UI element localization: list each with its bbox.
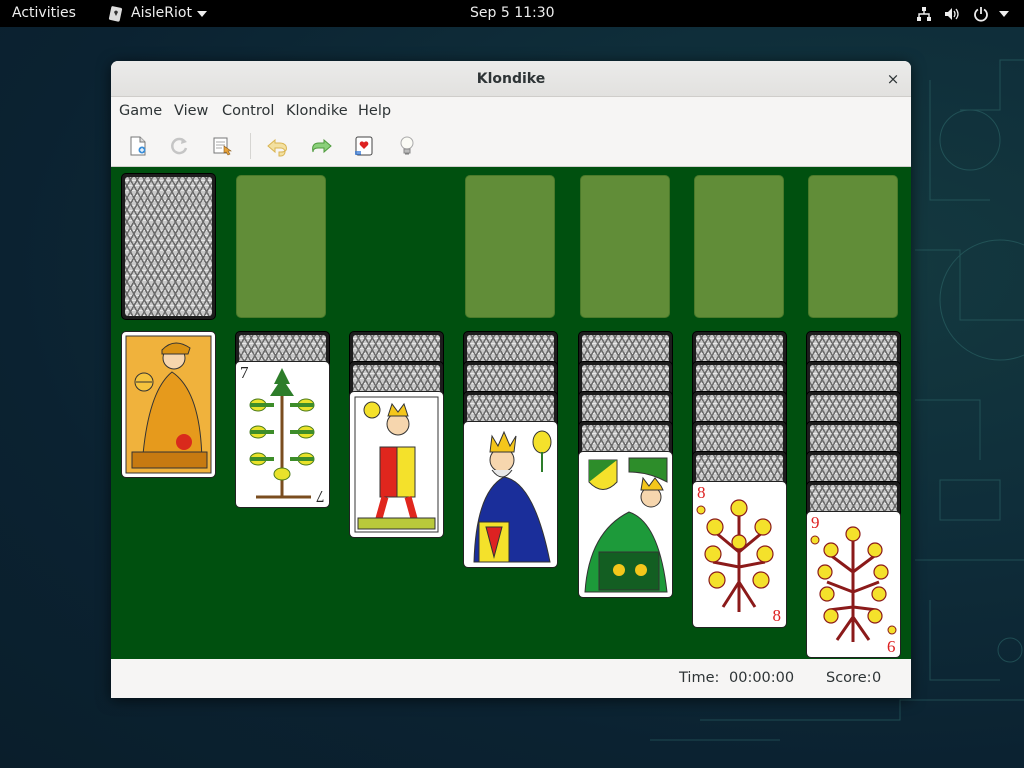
deal-icon [355,136,373,156]
card-rank: 7 [240,363,249,382]
tableau-card-knave-flowers[interactable] [349,391,444,538]
title-bar[interactable]: Klondike × [111,61,911,97]
hint-icon [400,136,414,155]
menu-klondike[interactable]: Klondike [286,97,348,125]
toolbar [111,125,911,167]
card-rank: 9 [886,637,896,656]
app-menu[interactable]: AisleRiot [108,0,210,27]
chevron-down-icon [197,11,207,17]
status-bar: Time: 00:00:00 Score: 0 [111,659,911,698]
menu-view[interactable]: View [174,97,208,125]
undo-button[interactable] [263,131,293,161]
time-value: 00:00:00 [729,670,795,686]
foundation-slot[interactable] [465,175,555,318]
card-table[interactable]: 7 7 8 8 9 9 [111,167,911,659]
tableau-card-knave-coins[interactable] [121,331,216,478]
card-rank: 9 [811,513,820,532]
top-bar: Activities AisleRiot Sep 5 11:30 [0,0,1024,27]
card-rank: 8 [772,606,782,625]
select-game-icon [213,137,232,156]
menu-bar: Game View Control Klondike Help [111,97,911,125]
time-label: Time: [679,670,720,686]
klondike-window: Klondike × Game View Control Klondike He… [111,61,911,698]
card-rank: 7 [315,487,325,506]
app-name: AisleRiot [131,5,192,21]
close-button[interactable]: × [883,69,903,89]
tableau-card-king-acorns[interactable] [463,421,558,568]
waste-slot[interactable] [236,175,326,318]
system-menu[interactable] [916,0,1016,27]
menu-help[interactable]: Help [358,97,391,125]
redo-icon [312,138,332,154]
volume-icon [945,8,959,20]
stock-pile[interactable] [121,173,216,320]
toolbar-separator [250,133,251,159]
chevron-down-icon [999,11,1009,17]
tableau-card-seven-acorns[interactable]: 7 7 [235,361,330,508]
activities-button[interactable]: Activities [12,0,76,27]
foundation-slot[interactable] [694,175,784,318]
redo-button[interactable] [306,131,336,161]
aisleriot-app-icon [108,6,123,22]
score-value: 0 [872,670,882,686]
tableau-card-nine-flowers[interactable]: 9 9 [806,511,901,658]
tableau-card-king-shields[interactable] [578,451,673,598]
menu-game[interactable]: Game [119,97,162,125]
score-label: Score: [826,670,872,686]
undo-icon [267,138,287,157]
restart-button[interactable] [164,131,194,161]
network-icon [917,7,931,21]
foundation-slot[interactable] [808,175,898,318]
restart-icon [171,137,188,155]
select-game-button[interactable] [207,131,237,161]
new-game-button[interactable] [123,131,153,161]
tableau-card-eight-flowers[interactable]: 8 8 [692,481,787,628]
power-icon [974,7,988,22]
new-game-icon [130,136,146,156]
hint-button[interactable] [392,131,422,161]
card-rank: 8 [697,483,706,502]
foundation-slot[interactable] [580,175,670,318]
clock[interactable]: Sep 5 11:30 [470,0,555,27]
window-title: Klondike [476,71,546,87]
menu-control[interactable]: Control [222,97,274,125]
deal-button[interactable] [349,131,379,161]
